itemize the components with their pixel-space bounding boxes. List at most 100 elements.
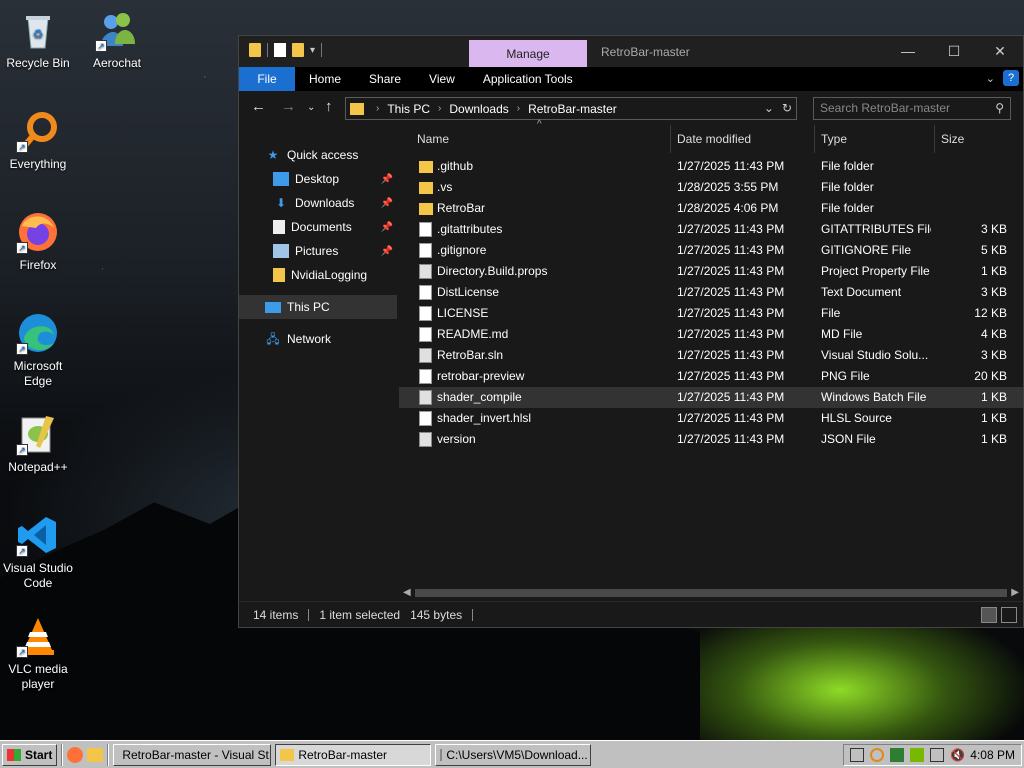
- minimize-button[interactable]: —: [885, 36, 931, 67]
- file-type: Text Document: [821, 285, 902, 299]
- horizontal-scrollbar[interactable]: ◀ ▶: [399, 585, 1023, 601]
- file-row[interactable]: DistLicense 1/27/2025 11:43 PM Text Docume…: [399, 282, 1023, 303]
- nav-pictures[interactable]: Pictures 📌: [239, 239, 397, 263]
- file-row[interactable]: .gitattributes 1/27/2025 11:43 PM GITATTRI…: [399, 219, 1023, 240]
- nav-network[interactable]: 🖧 Network: [239, 327, 397, 351]
- nvidia-icon[interactable]: [890, 748, 905, 762]
- search-input[interactable]: Search RetroBar-master ⚲: [813, 97, 1011, 120]
- scroll-right-icon[interactable]: ▶: [1011, 585, 1019, 601]
- new-folder-icon[interactable]: [292, 43, 304, 57]
- task-cmd[interactable]: C:\Users\VM5\Download...: [435, 743, 592, 766]
- desktop-icon-vscode[interactable]: ↗ Visual Studio Code: [0, 513, 76, 591]
- desktop-icon-everything[interactable]: ↗ Everything: [0, 109, 76, 172]
- address-bar[interactable]: › This PC › Downloads › RetroBar-master …: [345, 97, 797, 120]
- download-icon: ⬇: [275, 196, 287, 210]
- file-row[interactable]: .vs 1/28/2025 3:55 PM File folder: [399, 177, 1023, 198]
- breadcrumb-retrobar-master[interactable]: RetroBar-master: [528, 102, 617, 116]
- column-date-modified[interactable]: Date modified: [671, 125, 815, 153]
- recent-locations-icon[interactable]: ⌄: [307, 102, 315, 113]
- file-type: JSON File: [821, 432, 876, 446]
- file-row[interactable]: shader_compile 1/27/2025 11:43 PM Windows …: [399, 387, 1023, 408]
- security-shield-icon[interactable]: [850, 748, 865, 762]
- firefox-quicklaunch-icon[interactable]: [67, 746, 84, 763]
- tab-file[interactable]: File: [239, 67, 295, 91]
- file-type: Visual Studio Solu...: [821, 348, 929, 362]
- tab-home[interactable]: Home: [295, 67, 355, 91]
- file-row[interactable]: .github 1/27/2025 11:43 PM File folder: [399, 156, 1023, 177]
- explorer-quicklaunch-icon[interactable]: [87, 747, 104, 762]
- nav-downloads[interactable]: ⬇ Downloads 📌: [239, 191, 397, 215]
- file-row[interactable]: shader_invert.hlsl 1/27/2025 11:43 PM HLSL…: [399, 408, 1023, 429]
- file-name: .gitignore: [437, 243, 487, 257]
- refresh-icon[interactable]: ↻: [782, 101, 792, 115]
- file-type: File folder: [821, 159, 874, 173]
- file-icon: [419, 327, 432, 342]
- pin-icon: 📌: [380, 245, 393, 257]
- file-name: RetroBar.sln: [437, 348, 504, 362]
- up-arrow-icon[interactable]: ↑: [325, 98, 333, 115]
- notepadpp-icon: ↗: [16, 412, 60, 456]
- file-row[interactable]: LICENSE 1/27/2025 11:43 PM File 12 KB: [399, 303, 1023, 324]
- manage-context-tab[interactable]: Manage: [469, 40, 587, 67]
- breadcrumb-this-pc[interactable]: This PC: [387, 102, 430, 116]
- file-row[interactable]: RetroBar 1/28/2025 4:06 PM File folder: [399, 198, 1023, 219]
- file-type: File folder: [821, 201, 874, 215]
- desktop-icon-edge[interactable]: ↗ Microsoft Edge: [0, 311, 76, 389]
- desktop-icon-firefox[interactable]: ↗ Firefox: [0, 210, 76, 273]
- status-bar: 14 items 1 item selected 145 bytes: [239, 601, 1023, 627]
- file-row[interactable]: README.md 1/27/2025 11:43 PM MD File 4 KB: [399, 324, 1023, 345]
- tab-share[interactable]: Share: [355, 67, 415, 91]
- nav-this-pc[interactable]: This PC: [239, 295, 397, 319]
- column-type[interactable]: Type: [815, 125, 935, 153]
- details-view-button[interactable]: [981, 607, 997, 623]
- task-explorer[interactable]: RetroBar-master: [275, 743, 432, 766]
- scroll-thumb[interactable]: [415, 589, 1007, 597]
- task-vscode[interactable]: RetroBar-master - Visual St...: [113, 743, 272, 766]
- large-icons-view-button[interactable]: [1001, 607, 1017, 623]
- ribbon-tabs: File Home Share View Application Tools ⌄…: [239, 67, 1023, 91]
- desktop-icon-vlc[interactable]: ↗ VLC media player: [0, 614, 76, 692]
- desktop-icon-aerochat[interactable]: ↗ Aerochat: [79, 8, 155, 71]
- nav-documents[interactable]: Documents 📌: [239, 215, 397, 239]
- scroll-left-icon[interactable]: ◀: [403, 585, 411, 601]
- window-title: RetroBar-master: [601, 45, 690, 59]
- file-type: HLSL Source: [821, 411, 892, 425]
- computer-icon: [265, 301, 281, 313]
- address-dropdown-icon[interactable]: ⌄: [764, 101, 774, 115]
- everything-tray-icon[interactable]: [870, 748, 885, 762]
- file-row[interactable]: retrobar-preview 1/27/2025 11:43 PM PNG Fi…: [399, 366, 1023, 387]
- nav-quick-access[interactable]: ★ Quick access: [239, 143, 397, 167]
- file-row[interactable]: .gitignore 1/27/2025 11:43 PM GITIGNORE Fi…: [399, 240, 1023, 261]
- title-bar[interactable]: ▾ Manage RetroBar-master — ☐ ✕: [239, 36, 1023, 67]
- pin-icon: 📌: [380, 221, 393, 233]
- tab-application-tools[interactable]: Application Tools: [469, 67, 587, 91]
- expand-ribbon-icon[interactable]: ⌄: [986, 72, 995, 85]
- forward-arrow-icon[interactable]: →: [281, 98, 296, 115]
- tab-view[interactable]: View: [415, 67, 469, 91]
- file-row[interactable]: RetroBar.sln 1/27/2025 11:43 PM Visual Stu…: [399, 345, 1023, 366]
- file-date: 1/27/2025 11:43 PM: [677, 432, 785, 446]
- desktop-icon-recycle-bin[interactable]: ♻ Recycle Bin: [0, 8, 76, 71]
- properties-icon[interactable]: [274, 43, 286, 57]
- clock[interactable]: 4:08 PM: [970, 748, 1015, 762]
- column-size[interactable]: Size: [935, 125, 1009, 153]
- desktop-icon-notepadpp[interactable]: ↗ Notepad++: [0, 412, 76, 475]
- start-button[interactable]: Start: [2, 743, 58, 766]
- column-name[interactable]: Name: [411, 125, 671, 153]
- network-tray-icon[interactable]: [930, 748, 945, 762]
- nvidia-geforce-icon[interactable]: [910, 748, 925, 762]
- taskbar: Start RetroBar-master - Visual St... Ret…: [0, 740, 1024, 768]
- file-row[interactable]: version 1/27/2025 11:43 PM JSON File 1 KB: [399, 429, 1023, 450]
- customize-dropdown-icon[interactable]: ▾: [310, 45, 315, 56]
- maximize-button[interactable]: ☐: [931, 36, 977, 67]
- file-row[interactable]: Directory.Build.props 1/27/2025 11:43 PM P…: [399, 261, 1023, 282]
- everything-icon: ↗: [16, 109, 60, 153]
- back-arrow-icon[interactable]: ←: [251, 98, 266, 115]
- breadcrumb-downloads[interactable]: Downloads: [449, 102, 508, 116]
- help-icon[interactable]: ?: [1003, 70, 1019, 86]
- volume-muted-icon[interactable]: 🔇: [950, 748, 965, 762]
- close-button[interactable]: ✕: [977, 36, 1023, 67]
- nav-desktop[interactable]: Desktop 📌: [239, 167, 397, 191]
- windows-logo-icon: [7, 748, 21, 761]
- nav-nvidialogging[interactable]: NvidiaLogging: [239, 263, 397, 287]
